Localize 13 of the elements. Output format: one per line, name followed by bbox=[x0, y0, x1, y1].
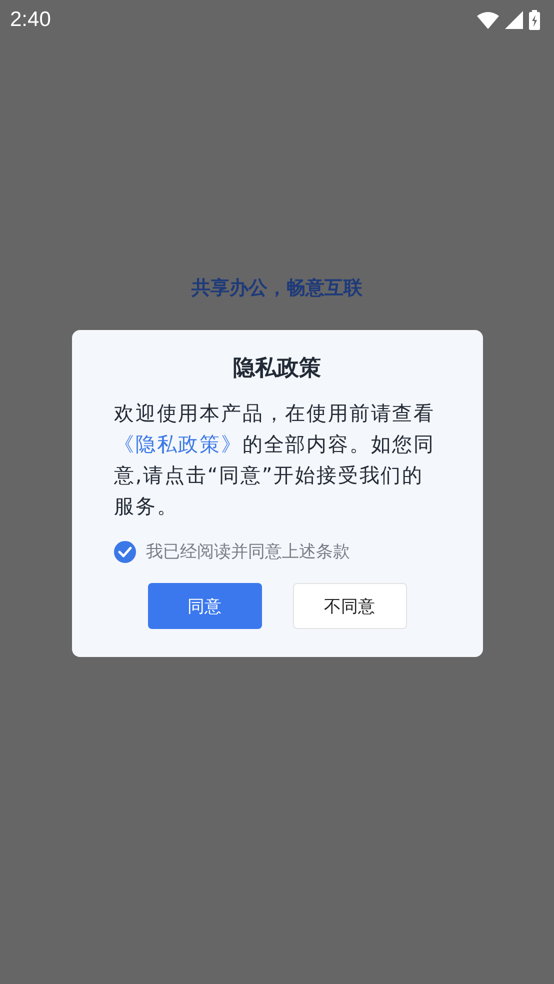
disagree-button[interactable]: 不同意 bbox=[292, 583, 406, 629]
agree-button[interactable]: 同意 bbox=[148, 583, 262, 629]
consent-checkbox[interactable] bbox=[114, 540, 136, 562]
wifi-icon bbox=[477, 11, 499, 29]
signal-icon bbox=[505, 11, 523, 29]
app-slogan: 共享办公，畅意互联 bbox=[192, 276, 362, 301]
privacy-policy-link[interactable]: 《隐私政策》 bbox=[114, 432, 242, 456]
consent-label: 我已经阅读并同意上述条款 bbox=[146, 541, 350, 563]
checkmark-icon bbox=[118, 546, 132, 558]
dialog-message: 欢迎使用本产品，在使用前请查看 《隐私政策》的全部内容。如您同意,请点击“同意”开始接受我们的服务。 bbox=[114, 400, 436, 520]
battery-icon bbox=[529, 10, 540, 30]
dialog-title: 隐私政策 bbox=[233, 355, 321, 383]
status-time: 2:40 bbox=[10, 8, 51, 32]
